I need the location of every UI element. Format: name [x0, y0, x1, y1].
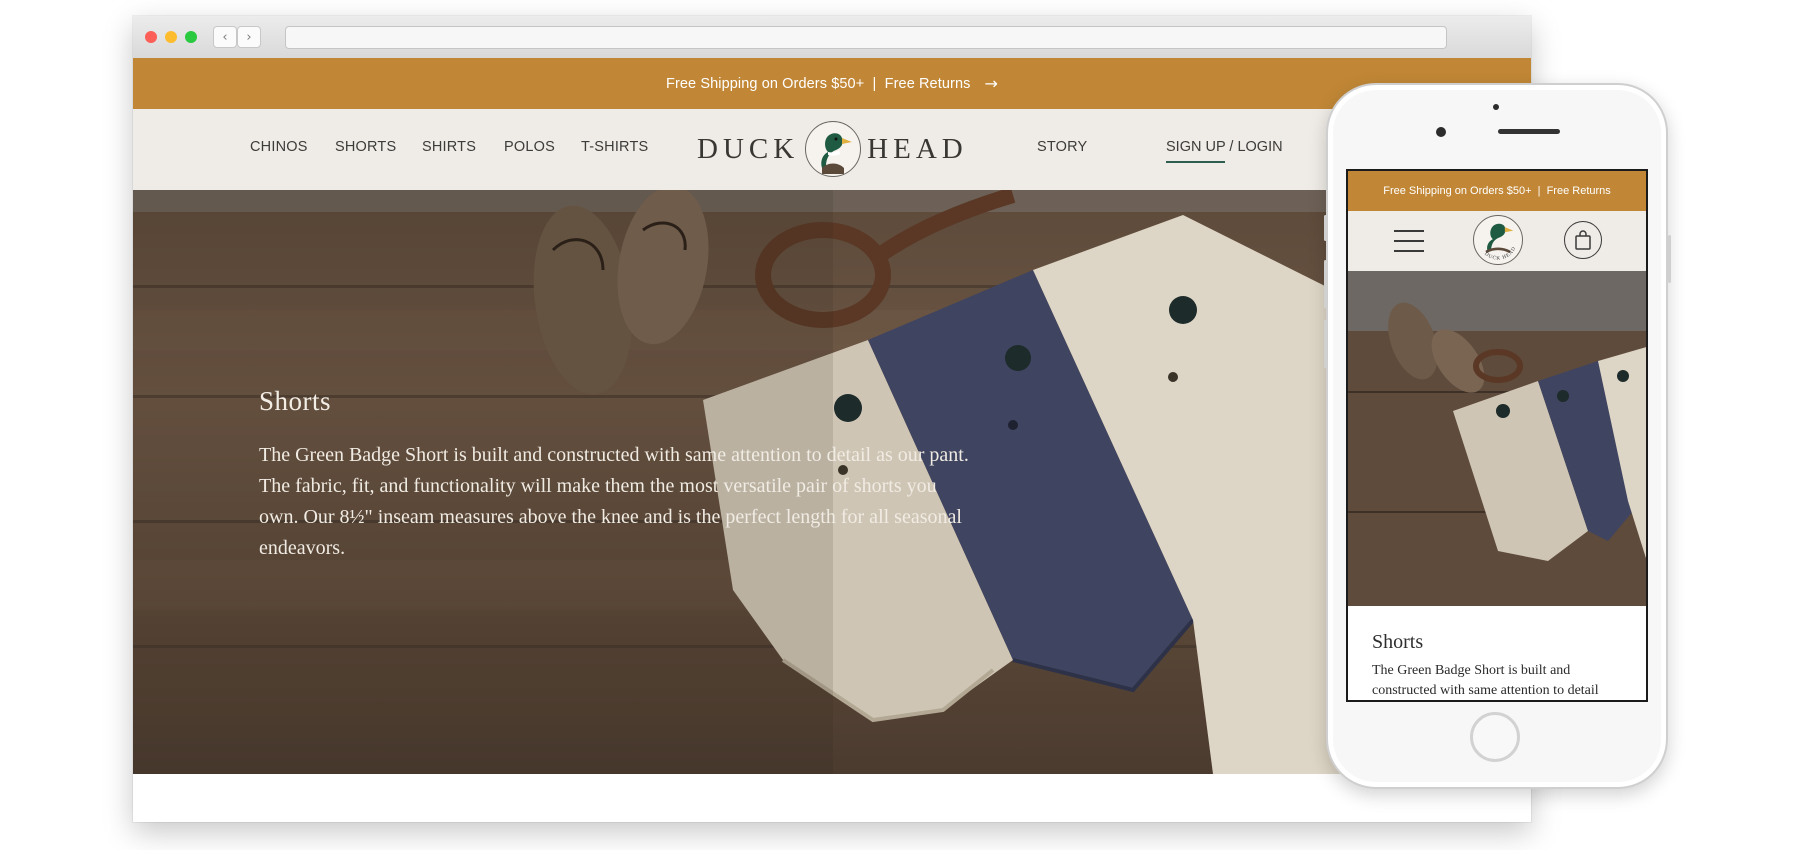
earpiece-speaker	[1498, 129, 1560, 134]
hamburger-menu-icon[interactable]	[1394, 230, 1424, 252]
mobile-promo-banner[interactable]: Free Shipping on Orders $50+ | Free Retu…	[1348, 171, 1646, 211]
nav-link-shorts[interactable]: SHORTS	[335, 139, 396, 155]
duck-logo-icon	[805, 121, 862, 177]
auth-separator: /	[1225, 139, 1238, 155]
back-arrow-icon[interactable]: ‹	[213, 26, 237, 48]
mobile-hero-image	[1348, 271, 1646, 606]
mobile-logo-badge[interactable]: DUCK HEAD	[1473, 215, 1523, 265]
account-links: SIGN UP / LOGIN	[1166, 139, 1283, 163]
desktop-browser-window: ‹ › Free Shipping on Orders $50+ | Free …	[133, 16, 1531, 822]
front-camera	[1436, 127, 1446, 137]
zoom-window-button[interactable]	[185, 31, 197, 43]
mobile-promo-text: Free Shipping on Orders $50+ | Free Retu…	[1383, 185, 1611, 197]
nav-link-chinos[interactable]: CHINOS	[250, 139, 308, 155]
nav-link-polos[interactable]: POLOS	[504, 139, 555, 155]
mobile-header: DUCK HEAD	[1348, 211, 1646, 271]
nav-link-story[interactable]: STORY	[1037, 139, 1087, 155]
mobile-section-title: Shorts	[1372, 631, 1424, 653]
shopping-bag-icon[interactable]	[1564, 221, 1602, 259]
browser-toolbar: ‹ ›	[133, 16, 1531, 59]
hero-banner: Shorts The Green Badge Short is built an…	[133, 190, 1531, 774]
proximity-sensor	[1493, 104, 1499, 110]
hero-description: The Green Badge Short is built and const…	[259, 444, 969, 559]
mobile-screen: Free Shipping on Orders $50+ | Free Retu…	[1346, 169, 1648, 702]
duck-head-logo[interactable]: DUCK HEAD	[697, 117, 968, 181]
mobile-device-frame: Free Shipping on Orders $50+ | Free Retu…	[1324, 83, 1671, 789]
volume-up-button	[1324, 260, 1327, 308]
hero-title: Shorts	[259, 386, 332, 416]
close-window-button[interactable]	[145, 31, 157, 43]
address-bar[interactable]	[285, 26, 1447, 49]
site-header: CHINOS SHORTS SHIRTS POLOS T-SHIRTS DUCK…	[133, 109, 1531, 190]
promo-banner[interactable]: Free Shipping on Orders $50+ | Free Retu…	[133, 58, 1531, 109]
power-button	[1668, 235, 1671, 283]
duck-logo-icon: DUCK HEAD	[1483, 223, 1517, 262]
minimize-window-button[interactable]	[165, 31, 177, 43]
arrow-right-icon[interactable]: →	[984, 74, 998, 93]
logo-text-duck: DUCK	[697, 132, 800, 165]
forward-arrow-icon[interactable]: ›	[237, 26, 261, 48]
promo-text: Free Shipping on Orders $50+ | Free Retu…	[666, 75, 971, 92]
login-link[interactable]: LOGIN	[1237, 139, 1282, 155]
home-button[interactable]	[1470, 712, 1520, 762]
nav-link-tshirts[interactable]: T-SHIRTS	[581, 139, 648, 155]
mobile-section-description: The Green Badge Short is built and const…	[1372, 663, 1599, 698]
volume-down-button	[1324, 320, 1327, 368]
nav-link-shirts[interactable]: SHIRTS	[422, 139, 476, 155]
logo-text-head: HEAD	[867, 132, 968, 165]
mute-switch	[1324, 215, 1327, 241]
sign-up-link[interactable]: SIGN UP	[1166, 139, 1226, 163]
